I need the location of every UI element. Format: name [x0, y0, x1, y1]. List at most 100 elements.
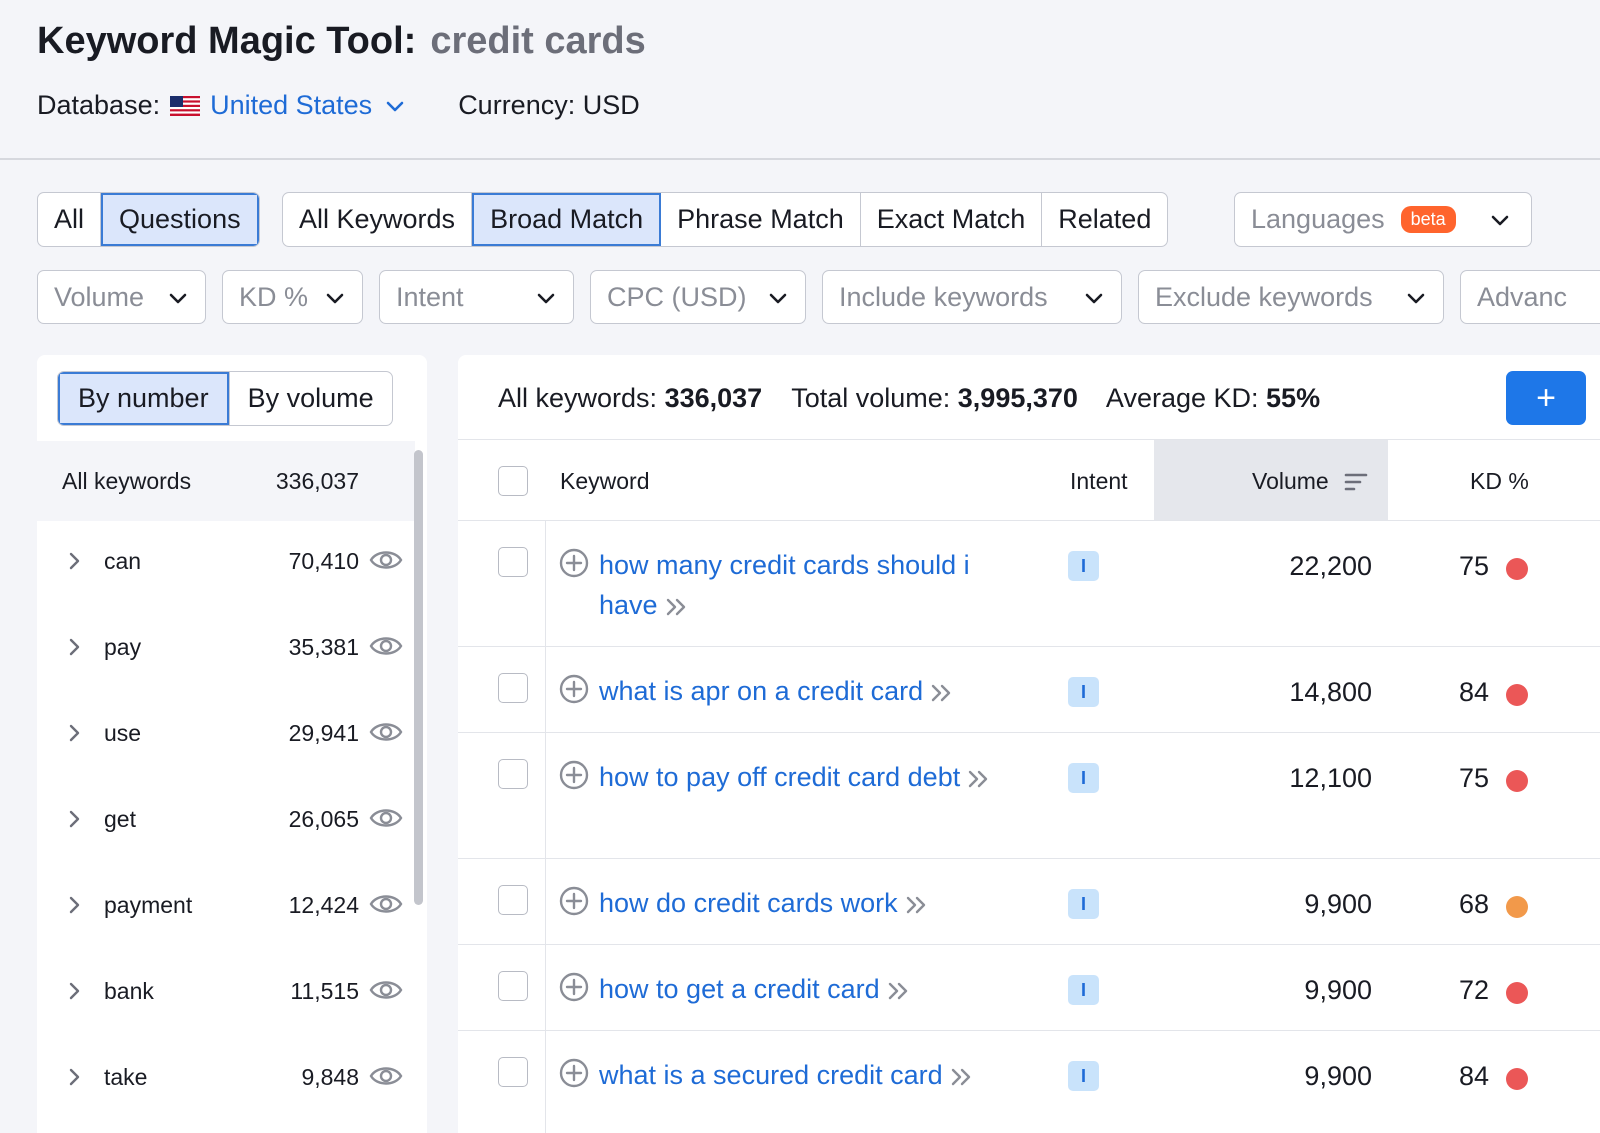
column-keyword[interactable]: Keyword: [560, 468, 649, 495]
keyword-link[interactable]: what is a secured credit card: [599, 1055, 1029, 1095]
column-kd[interactable]: KD %: [1470, 468, 1529, 495]
cpc-filter[interactable]: CPC (USD): [590, 270, 806, 324]
add-keyword-icon[interactable]: [559, 548, 589, 578]
sort-by-volume[interactable]: By volume: [228, 372, 392, 425]
chevron-right-icon[interactable]: [65, 721, 85, 745]
database-select[interactable]: United States: [210, 90, 372, 121]
group-item[interactable]: payment 12,424: [37, 862, 415, 948]
double-chevron-right-icon[interactable]: [886, 980, 912, 1002]
intent-badge[interactable]: I: [1068, 551, 1099, 581]
add-to-list-button[interactable]: +: [1506, 371, 1586, 425]
sort-by-number[interactable]: By number: [58, 372, 229, 425]
chevron-right-icon[interactable]: [65, 549, 85, 573]
volume-value: 22,200: [1289, 551, 1372, 581]
filter-label: Exclude keywords: [1155, 281, 1373, 312]
double-chevron-right-icon[interactable]: [929, 682, 955, 704]
select-all-checkbox[interactable]: [498, 466, 528, 496]
volume-value: 9,900: [1304, 1061, 1372, 1091]
include-keywords-filter[interactable]: Include keywords: [822, 270, 1122, 324]
column-intent[interactable]: Intent: [1070, 468, 1128, 495]
tab-phrase-match[interactable]: Phrase Match: [661, 193, 861, 246]
add-keyword-icon[interactable]: [559, 1058, 589, 1088]
intent-badge[interactable]: I: [1068, 1061, 1099, 1091]
group-sort-toggle: By number By volume: [57, 371, 393, 426]
chevron-down-icon: [326, 293, 344, 304]
tab-related[interactable]: Related: [1042, 193, 1167, 246]
row-checkbox-cell: [458, 521, 546, 646]
filter-label: Intent: [396, 281, 464, 312]
add-keyword-icon[interactable]: [559, 674, 589, 704]
tab-all[interactable]: All: [38, 193, 102, 246]
sort-descending-icon[interactable]: [1344, 472, 1368, 492]
volume-filter[interactable]: Volume: [37, 270, 206, 324]
row-checkbox-cell: [458, 859, 546, 944]
double-chevron-right-icon[interactable]: [966, 768, 992, 790]
chevron-down-icon: [169, 293, 187, 304]
keyword-link[interactable]: how to pay off credit card debt: [599, 757, 1029, 797]
double-chevron-right-icon[interactable]: [664, 596, 690, 618]
keyword-link[interactable]: how to get a credit card: [599, 969, 1029, 1009]
chevron-right-icon[interactable]: [65, 979, 85, 1003]
group-item[interactable]: bank 11,515: [37, 948, 415, 1034]
chevron-right-icon[interactable]: [65, 893, 85, 917]
keyword-link[interactable]: how do credit cards work: [599, 883, 1029, 923]
group-item[interactable]: get 26,065: [37, 776, 415, 862]
beta-badge: beta: [1400, 206, 1456, 233]
tool-name: Keyword Magic Tool:: [37, 20, 417, 62]
languages-dropdown[interactable]: Languages beta: [1234, 192, 1532, 247]
chevron-right-icon[interactable]: [65, 1065, 85, 1089]
tab-all-keywords[interactable]: All Keywords: [283, 193, 473, 246]
groups-scrollbar[interactable]: [414, 450, 423, 905]
intent-badge[interactable]: I: [1068, 889, 1099, 919]
table-row: how to pay off credit card debt I 12,100…: [458, 733, 1600, 859]
tab-broad-match[interactable]: Broad Match: [472, 193, 662, 246]
kd-difficulty-dot: [1506, 770, 1528, 792]
keyword-link[interactable]: what is apr on a credit card: [599, 671, 1029, 711]
intent-filter[interactable]: Intent: [379, 270, 574, 324]
eye-icon[interactable]: [369, 975, 403, 1005]
chevron-right-icon[interactable]: [65, 635, 85, 659]
double-chevron-right-icon[interactable]: [949, 1066, 975, 1088]
kd-difficulty-dot: [1506, 558, 1528, 580]
group-count: 26,065: [288, 806, 359, 832]
kd-filter[interactable]: KD %: [222, 270, 363, 324]
intent-badge[interactable]: I: [1068, 763, 1099, 793]
chevron-right-icon[interactable]: [65, 807, 85, 831]
column-volume[interactable]: Volume: [1252, 468, 1329, 495]
keyword-summary: All keywords: 336,037 Total volume: 3,99…: [498, 383, 1342, 414]
eye-icon[interactable]: [369, 545, 403, 575]
table-row: how many credit cards should i have I 22…: [458, 521, 1600, 647]
keyword-link[interactable]: how many credit cards should i have: [599, 545, 1029, 625]
tab-exact-match[interactable]: Exact Match: [861, 193, 1043, 246]
eye-icon[interactable]: [369, 631, 403, 661]
group-item[interactable]: take 9,848: [37, 1034, 415, 1120]
page-title: Keyword Magic Tool: credit cards: [37, 20, 646, 63]
row-checkbox[interactable]: [498, 885, 528, 915]
summary-total-volume: Total volume: 3,995,370: [791, 383, 1078, 413]
row-checkbox[interactable]: [498, 759, 528, 789]
intent-badge[interactable]: I: [1068, 677, 1099, 707]
all-keywords-group[interactable]: All keywords 336,037: [37, 441, 415, 521]
eye-icon[interactable]: [369, 803, 403, 833]
summary-all-keywords: All keywords: 336,037: [498, 383, 763, 413]
exclude-keywords-filter[interactable]: Exclude keywords: [1138, 270, 1444, 324]
add-keyword-icon[interactable]: [559, 760, 589, 790]
group-item[interactable]: use 29,941: [37, 690, 415, 776]
eye-icon[interactable]: [369, 889, 403, 919]
group-item[interactable]: can 70,410: [37, 518, 415, 604]
intent-badge[interactable]: I: [1068, 975, 1099, 1005]
add-keyword-icon[interactable]: [559, 886, 589, 916]
eye-icon[interactable]: [369, 717, 403, 747]
row-checkbox[interactable]: [498, 1057, 528, 1087]
double-chevron-right-icon[interactable]: [904, 894, 930, 916]
row-checkbox[interactable]: [498, 673, 528, 703]
row-checkbox[interactable]: [498, 547, 528, 577]
row-checkbox[interactable]: [498, 971, 528, 1001]
advanced-filters[interactable]: Advanc: [1460, 270, 1600, 324]
add-keyword-icon[interactable]: [559, 972, 589, 1002]
eye-icon[interactable]: [369, 1061, 403, 1091]
group-item[interactable]: pay 35,381: [37, 604, 415, 690]
tab-questions[interactable]: Questions: [101, 193, 259, 246]
chevron-down-icon[interactable]: [384, 95, 406, 117]
filter-label: KD %: [239, 281, 309, 312]
